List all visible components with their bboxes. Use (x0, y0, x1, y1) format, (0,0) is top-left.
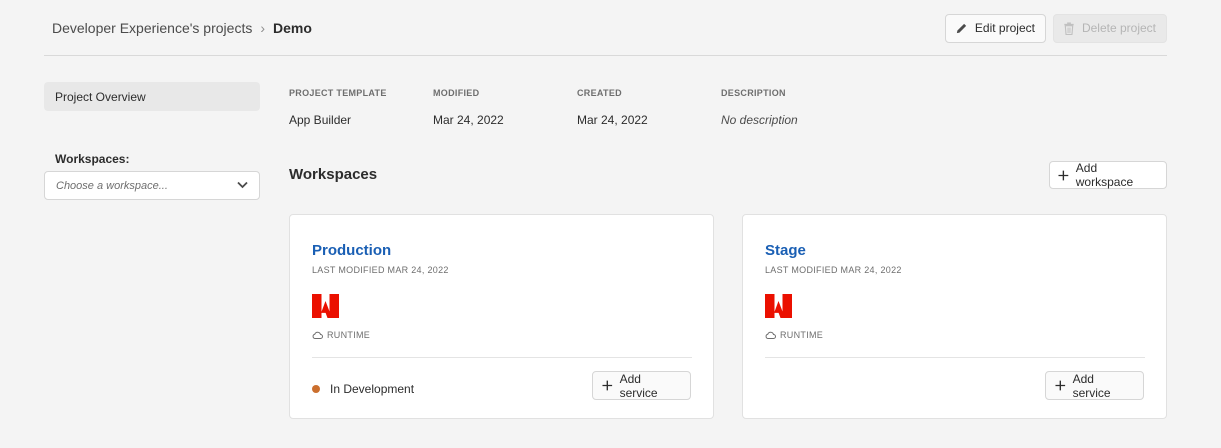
add-service-label: Add service (619, 371, 658, 400)
cloud-icon (312, 331, 323, 339)
add-service-button[interactable]: Add service (592, 371, 691, 400)
meta-description: DESCRIPTION No description (721, 88, 798, 127)
meta-description-label: DESCRIPTION (721, 88, 786, 98)
workspace-card-runtime: RUNTIME (312, 330, 370, 340)
add-workspace-label: Add workspace (1075, 161, 1134, 189)
page-header: Developer Experience's projects › Demo E… (52, 12, 1167, 44)
breadcrumb-separator: › (260, 20, 265, 36)
add-workspace-button[interactable]: Add workspace (1049, 161, 1167, 189)
card-divider (312, 357, 692, 358)
delete-project-button[interactable]: Delete project (1052, 13, 1167, 43)
pencil-icon (956, 23, 967, 33)
meta-template-value: App Builder (289, 113, 352, 127)
meta-created-label: CREATED (577, 88, 622, 98)
header-divider (44, 55, 1167, 56)
meta-created: CREATED Mar 24, 2022 (577, 88, 648, 127)
plus-icon (602, 380, 613, 391)
meta-created-value: Mar 24, 2022 (577, 113, 648, 127)
meta-description-value: No description (721, 113, 798, 127)
workspace-card-runtime: RUNTIME (765, 330, 823, 340)
workspace-select[interactable]: Choose a workspace... (44, 171, 260, 200)
workspace-card-title[interactable]: Stage (765, 242, 806, 259)
adobe-logo-icon (312, 294, 339, 318)
edit-project-label: Edit project (974, 21, 1035, 35)
add-service-label: Add service (1072, 371, 1111, 400)
trash-icon (1064, 21, 1074, 35)
workspace-card-modified: LAST MODIFIED MAR 24, 2022 (312, 265, 449, 275)
header-actions: Edit project Delete project (944, 13, 1167, 43)
status-dot (312, 385, 320, 393)
workspace-select-placeholder: Choose a workspace... (56, 179, 168, 192)
sidebar-item-label: Project Overview (55, 89, 146, 104)
plus-icon (1055, 380, 1066, 391)
add-service-button[interactable]: Add service (1045, 371, 1144, 400)
sidebar-item-project-overview[interactable]: Project Overview (44, 82, 260, 111)
chevron-down-icon (237, 181, 248, 189)
workspace-card-modified: LAST MODIFIED MAR 24, 2022 (765, 265, 902, 275)
runtime-label: RUNTIME (327, 330, 371, 340)
breadcrumb-parent[interactable]: Developer Experience's projects (52, 20, 252, 36)
meta-template: PROJECT TEMPLATE App Builder (289, 88, 387, 127)
workspaces-label: Workspaces: (55, 152, 130, 166)
meta-modified: MODIFIED Mar 24, 2022 (433, 88, 504, 127)
breadcrumb-current: Demo (273, 20, 312, 36)
adobe-logo-icon (765, 294, 792, 318)
status-label: In Development (330, 382, 415, 396)
workspace-card-status: In Development (312, 382, 414, 396)
cloud-icon (765, 331, 776, 339)
meta-modified-value: Mar 24, 2022 (433, 113, 504, 127)
meta-modified-label: MODIFIED (433, 88, 480, 98)
runtime-label: RUNTIME (780, 330, 824, 340)
workspace-card-stage: Stage LAST MODIFIED MAR 24, 2022 RUNTIME… (742, 214, 1167, 419)
delete-project-label: Delete project (1081, 21, 1156, 35)
workspaces-title: Workspaces (289, 166, 378, 183)
meta-template-label: PROJECT TEMPLATE (289, 88, 387, 98)
workspace-card-production: Production LAST MODIFIED MAR 24, 2022 RU… (289, 214, 714, 419)
plus-icon (1058, 170, 1069, 180)
edit-project-button[interactable]: Edit project (944, 13, 1046, 43)
card-divider (765, 357, 1145, 358)
workspace-card-title[interactable]: Production (312, 242, 391, 259)
